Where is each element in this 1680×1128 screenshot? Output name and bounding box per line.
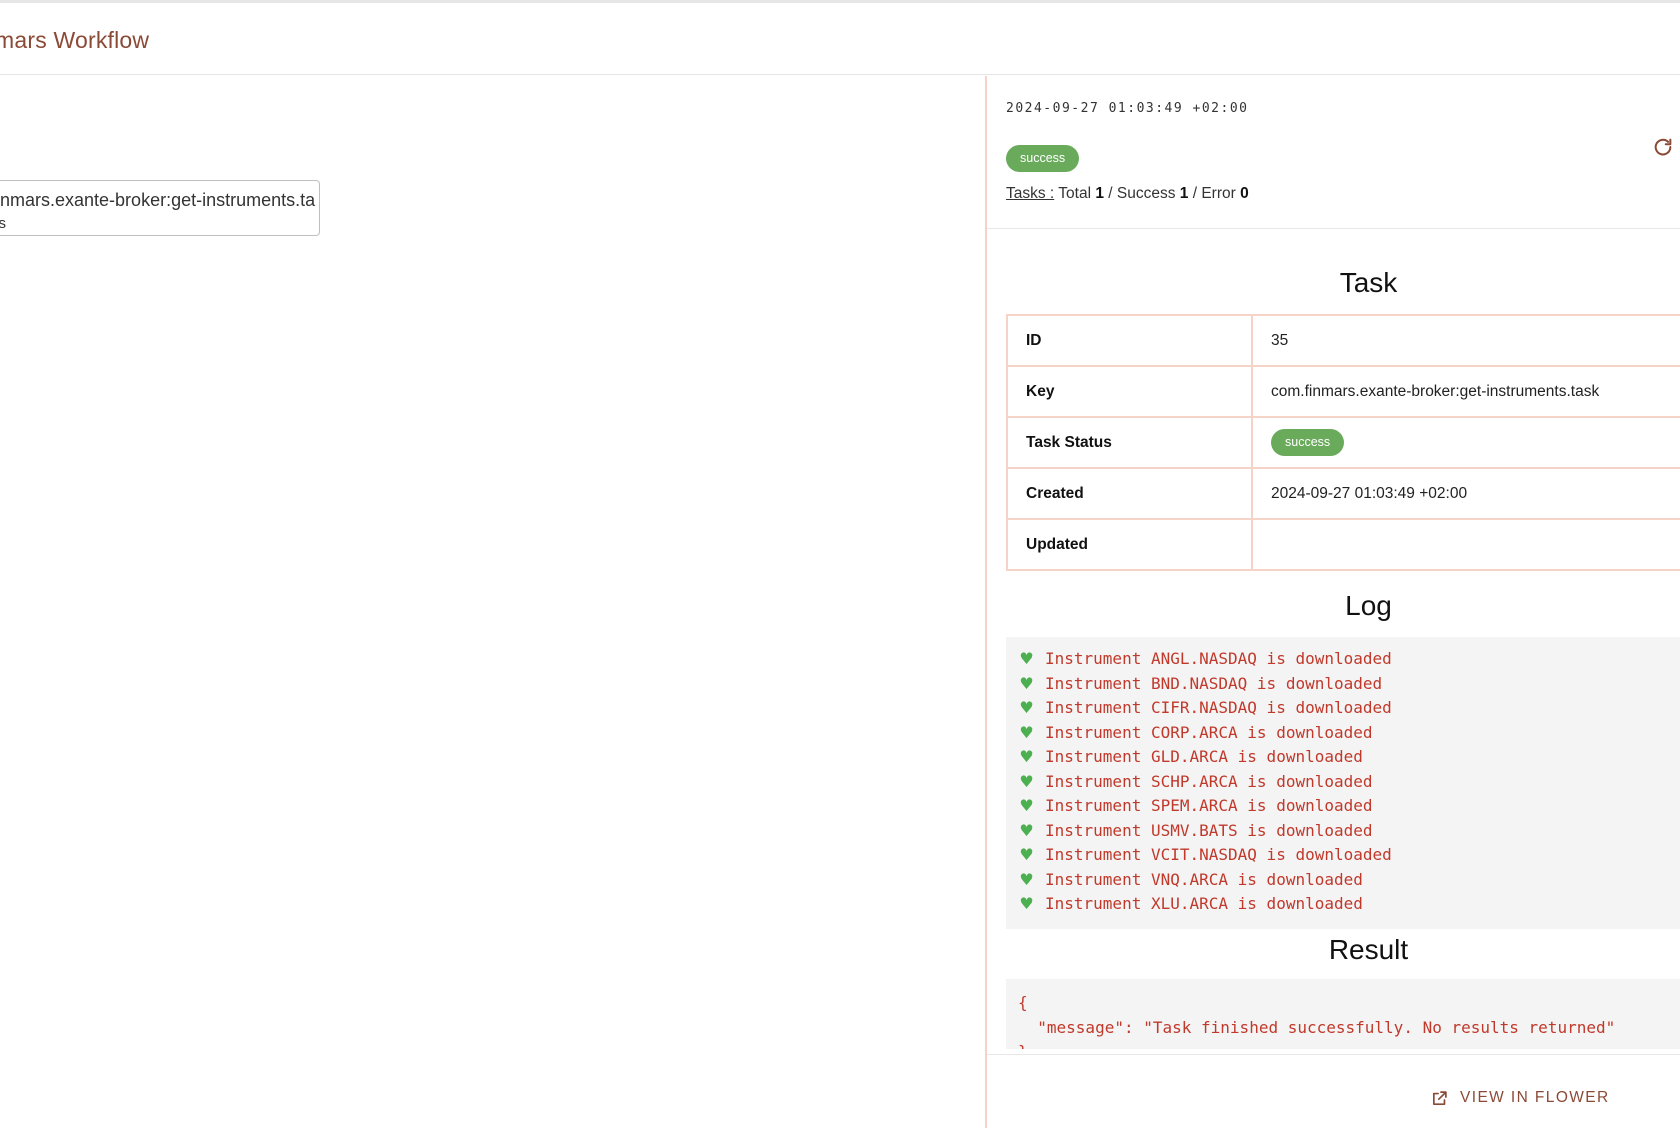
result-section-title: Result xyxy=(1328,934,1409,965)
panel-footer: VIEW IN FLOWER xyxy=(987,1054,1680,1128)
row-value: 2024-09-27 01:03:49 +02:00 xyxy=(1251,467,1680,520)
log-line: ♥ Instrument ANGL.NASDAQ is downloaded xyxy=(1018,647,1670,672)
log-line: ♥ Instrument GLD.ARCA is downloaded xyxy=(1018,745,1670,770)
total-count: 1 xyxy=(1095,185,1104,202)
log-line: ♥ Instrument VCIT.NASDAQ is downloaded xyxy=(1018,843,1670,868)
log-line: ♥ Instrument CORP.ARCA is downloaded xyxy=(1018,721,1670,746)
green-heart-icon: ♥ xyxy=(1019,771,1034,791)
row-value xyxy=(1251,518,1680,571)
row-value: success xyxy=(1251,416,1680,469)
total-label: Total xyxy=(1058,185,1092,202)
green-heart-icon: ♥ xyxy=(1019,894,1034,913)
row-key: Updated xyxy=(1006,518,1253,571)
green-heart-icon: ♥ xyxy=(1019,820,1034,840)
log-line: ♥ Instrument BND.NASDAQ is downloaded xyxy=(1018,672,1670,697)
success-label: / Success xyxy=(1108,185,1176,202)
view-in-flower-button[interactable]: VIEW IN FLOWER xyxy=(1431,1089,1610,1107)
result-output[interactable]: { "message": "Task finished successfully… xyxy=(1006,979,1680,1049)
panel-header: 2024-09-27 01:03:49 +02:00 success Tasks… xyxy=(987,76,1680,229)
green-heart-icon: ♥ xyxy=(1019,796,1034,815)
row-key: Task Status xyxy=(1006,416,1253,469)
tasks-link[interactable]: Tasks : xyxy=(1006,185,1054,202)
table-row: Updated xyxy=(1006,518,1680,571)
log-output[interactable]: ♥ Instrument ANGL.NASDAQ is downloaded ♥ I… xyxy=(1006,637,1680,929)
log-line: ♥ Instrument USMV.BATS is downloaded xyxy=(1018,819,1670,844)
green-heart-icon: ♥ xyxy=(1019,845,1034,864)
workflow-status: success xyxy=(1006,145,1080,172)
status-badge: success xyxy=(1006,145,1080,172)
green-heart-icon: ♥ xyxy=(1019,673,1034,693)
error-label: / Error xyxy=(1192,185,1236,202)
node-status: ss xyxy=(0,215,6,232)
row-value: 35 xyxy=(1251,314,1680,367)
result-json: { "message": "Task finished successfully… xyxy=(1018,993,1616,1049)
task-info-table: ID 35 Key com.finmars.exante-broker:get-… xyxy=(1006,314,1680,571)
task-status-badge: success xyxy=(1271,429,1345,456)
app-header: nmars Workflow xyxy=(0,3,1680,75)
workflow-canvas[interactable]: finmars.exante-broker:get-instruments.ta… xyxy=(0,76,985,1128)
row-key: Created xyxy=(1006,467,1253,520)
green-heart-icon: ♥ xyxy=(1019,747,1034,766)
task-detail-panel: 2024-09-27 01:03:49 +02:00 success Tasks… xyxy=(985,76,1680,1128)
workflow-task-node[interactable]: finmars.exante-broker:get-instruments.ta… xyxy=(0,180,320,236)
tasks-summary: Tasks : Total 1 / Success 1 / Error 0 xyxy=(1006,185,1249,203)
green-heart-icon: ♥ xyxy=(1019,649,1034,668)
log-line: ♥ Instrument CIFR.NASDAQ is downloaded xyxy=(1018,696,1670,721)
table-row: Created 2024-09-27 01:03:49 +02:00 xyxy=(1006,467,1680,520)
external-link-icon xyxy=(1432,1090,1447,1105)
log-line: ♥ Instrument XLU.ARCA is downloaded xyxy=(1018,892,1670,917)
task-section-title: Task xyxy=(1339,267,1398,298)
node-title: finmars.exante-broker:get-instruments.ta xyxy=(0,190,316,210)
row-key: ID xyxy=(1006,314,1253,367)
table-row: Task Status success xyxy=(1006,416,1680,469)
table-row: ID 35 xyxy=(1006,314,1680,367)
error-count: 0 xyxy=(1240,185,1249,202)
row-value: com.finmars.exante-broker:get-instrument… xyxy=(1251,365,1680,418)
refresh-icon[interactable] xyxy=(1652,136,1674,158)
log-line: ♥ Instrument VNQ.ARCA is downloaded xyxy=(1018,868,1670,893)
log-line: ♥ Instrument SCHP.ARCA is downloaded xyxy=(1018,770,1670,795)
log-line: ♥ Instrument SPEM.ARCA is downloaded xyxy=(1018,794,1670,819)
page-title: nmars Workflow xyxy=(0,27,150,53)
log-section-title: Log xyxy=(1345,590,1392,621)
row-key: Key xyxy=(1006,365,1253,418)
table-row: Key com.finmars.exante-broker:get-instru… xyxy=(1006,365,1680,418)
green-heart-icon: ♥ xyxy=(1019,698,1034,717)
green-heart-icon: ♥ xyxy=(1019,722,1034,742)
view-in-flower-label: VIEW IN FLOWER xyxy=(1460,1089,1610,1106)
workflow-date: 2024-09-27 01:03:49 +02:00 xyxy=(1006,101,1249,116)
green-heart-icon: ♥ xyxy=(1019,869,1034,889)
success-count: 1 xyxy=(1179,185,1189,202)
